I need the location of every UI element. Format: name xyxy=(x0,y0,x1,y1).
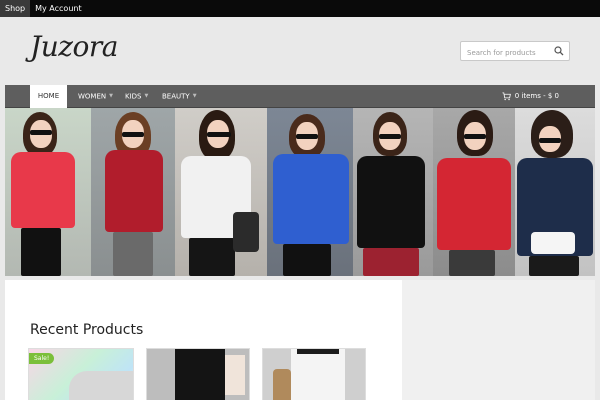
hero-banner[interactable] xyxy=(5,108,595,276)
banner-model-image xyxy=(433,108,515,276)
nav-item-kids[interactable]: KIDS ▼ xyxy=(125,85,148,108)
product-thumbnail[interactable] xyxy=(262,348,366,400)
cart-link[interactable]: 0 items - $ 0 xyxy=(502,85,559,108)
search-input[interactable] xyxy=(461,44,549,62)
search-box xyxy=(460,41,570,62)
search-icon[interactable] xyxy=(554,46,564,56)
top-bar: Shop My Account xyxy=(0,0,600,17)
banner-model-image xyxy=(175,108,267,276)
banner-model-image xyxy=(91,108,175,276)
cart-summary: 0 items - $ 0 xyxy=(514,92,559,100)
recent-products-heading: Recent Products xyxy=(30,322,144,338)
sale-badge: Sale! xyxy=(29,353,55,364)
chevron-down-icon: ▼ xyxy=(192,93,197,99)
product-thumbnail[interactable]: Sale! xyxy=(28,348,134,400)
chevron-down-icon: ▼ xyxy=(144,93,149,99)
nav-item-home[interactable]: HOME xyxy=(30,85,67,108)
banner-model-image xyxy=(353,108,433,276)
nav-item-beauty[interactable]: BEAUTY ▼ xyxy=(162,85,197,108)
banner-model-image xyxy=(5,108,91,276)
sidebar xyxy=(402,280,595,400)
banner-model-image xyxy=(515,108,595,276)
topbar-shop-link[interactable]: Shop xyxy=(0,0,31,17)
cart-icon xyxy=(502,92,511,101)
banner-model-image xyxy=(267,108,353,276)
nav-item-label: BEAUTY xyxy=(162,92,190,101)
nav-item-women[interactable]: WOMEN ▼ xyxy=(78,85,113,108)
site-logo[interactable]: Juzora xyxy=(30,30,118,63)
chevron-down-icon: ▼ xyxy=(109,93,113,99)
product-thumbnail[interactable] xyxy=(146,348,250,400)
main-nav: HOME WOMEN ▼ KIDS ▼ BEAUTY ▼ 0 items - $ 0 xyxy=(5,85,595,108)
nav-item-label: KIDS xyxy=(125,92,142,101)
topbar-my-account-link[interactable]: My Account xyxy=(30,0,86,17)
nav-item-label: WOMEN xyxy=(78,92,107,101)
